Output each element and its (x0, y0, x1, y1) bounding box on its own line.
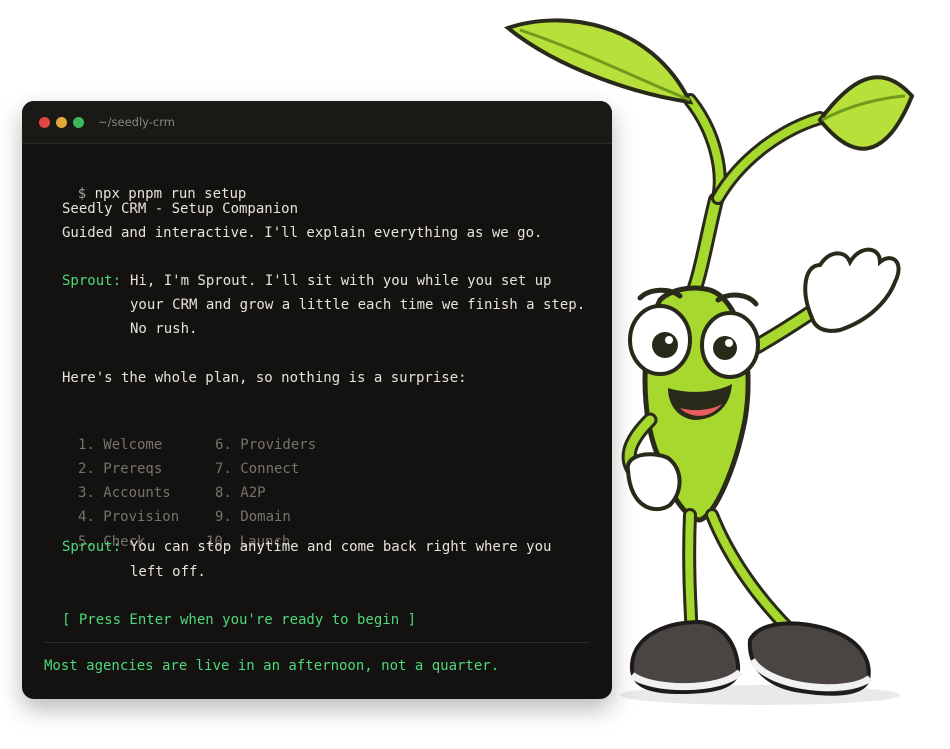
plan-step: 4. Provision (78, 509, 180, 525)
window-title: ~/seedly-crm (98, 115, 175, 129)
intro-subtitle: Guided and interactive. I'll explain eve… (62, 225, 543, 241)
sprout-message-line: Hi, I'm Sprout. I'll sit with you while … (130, 273, 552, 289)
sprout-message-line: You can stop anytime and come back right… (130, 539, 552, 555)
maximize-window-button[interactable] (73, 116, 84, 128)
plan-step: 6. Providers (215, 437, 317, 453)
press-enter-prompt[interactable]: [ Press Enter when you're ready to begin… (62, 611, 416, 629)
plan-step: 7. Connect (215, 461, 300, 477)
plan-step: 2. Prereqs (78, 461, 163, 477)
sprout-speaker-label: Sprout: (62, 273, 122, 289)
sprout-message-line: your CRM and grow a little each time we … (130, 297, 586, 313)
plan-step: 1. Welcome (78, 437, 163, 453)
terminal-titlebar: ~/seedly-crm (22, 101, 612, 144)
footer-divider (44, 642, 590, 643)
plan-step: 8. A2P (215, 485, 266, 501)
plan-step: 9. Domain (215, 509, 291, 525)
sprout-message-line: No rush. (130, 321, 198, 337)
intro-title: Seedly CRM - Setup Companion (62, 201, 299, 217)
footer-tagline: Most agencies are live in an afternoon, … (44, 658, 500, 674)
plan-heading: Here's the whole plan, so nothing is a s… (62, 370, 467, 386)
minimize-window-button[interactable] (56, 116, 67, 128)
sprout-message-line: left off. (130, 564, 206, 580)
terminal-window[interactable]: ~/seedly-crm $ npx pnpm run setup Seedly… (22, 101, 612, 699)
sprout-speaker-label: Sprout: (62, 539, 122, 555)
close-window-button[interactable] (39, 116, 50, 128)
plan-step: 3. Accounts (78, 485, 171, 501)
